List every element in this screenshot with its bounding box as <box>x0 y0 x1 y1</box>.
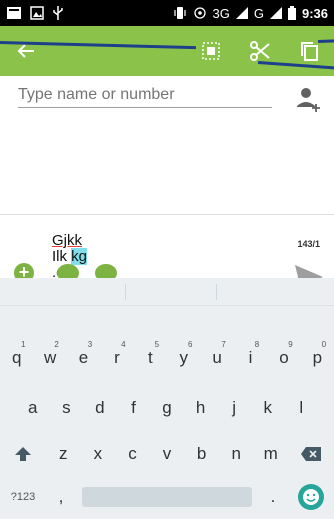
key-label: u <box>212 348 222 367</box>
character-counter: 143/1 <box>297 239 320 249</box>
key-label: r <box>114 348 120 367</box>
keyboard-row-4: ?123 , . <box>0 484 334 510</box>
key-label: e <box>78 348 89 367</box>
copy-icon[interactable] <box>298 40 320 62</box>
backspace-icon <box>301 447 321 461</box>
key-z[interactable]: z <box>46 444 81 464</box>
key-r[interactable]: 4r <box>100 340 133 368</box>
suggestion-divider <box>125 284 126 300</box>
battery-icon <box>287 6 296 20</box>
recipient-field[interactable] <box>18 86 272 108</box>
key-c[interactable]: c <box>115 444 150 464</box>
key-k[interactable]: k <box>251 398 285 418</box>
emoji-icon <box>298 484 324 510</box>
vibrate-icon <box>173 7 186 19</box>
status-time: 9:36 <box>301 5 328 21</box>
key-hint: 1 <box>20 340 26 349</box>
key-o[interactable]: 9o <box>267 340 300 368</box>
key-label: p <box>312 348 323 367</box>
key-v[interactable]: v <box>150 444 185 464</box>
key-j[interactable]: j <box>217 398 251 418</box>
key-p[interactable]: 0p <box>301 340 334 368</box>
key-label: q <box>11 348 22 367</box>
add-contact-icon[interactable] <box>294 86 322 112</box>
key-d[interactable]: d <box>83 398 117 418</box>
key-w[interactable]: 2w <box>33 340 66 368</box>
key-y[interactable]: 6y <box>167 340 200 368</box>
keyboard: 1q2w3e4r5t6y7u8i9o0p asdfghjkl zxcvbnm ?… <box>0 278 334 519</box>
key-i[interactable]: 8i <box>234 340 267 368</box>
signal-icon-2 <box>269 7 282 19</box>
key-m[interactable]: m <box>253 444 288 464</box>
shift-icon <box>15 447 31 461</box>
keyboard-row-1: 1q2w3e4r5t6y7u8i9o0p <box>0 340 334 368</box>
key-n[interactable]: n <box>219 444 254 464</box>
key-h[interactable]: h <box>184 398 218 418</box>
usb-icon <box>53 6 63 20</box>
keyboard-row-3: zxcvbnm <box>0 444 334 464</box>
comma-key[interactable]: , <box>46 487 76 507</box>
symbols-key[interactable]: ?123 <box>0 491 46 503</box>
select-all-icon[interactable] <box>200 40 222 62</box>
key-label: o <box>279 348 289 367</box>
key-label: i <box>248 348 253 367</box>
key-f[interactable]: f <box>117 398 151 418</box>
key-q[interactable]: 1q <box>0 340 33 368</box>
gallery-notification-icon <box>7 7 21 19</box>
key-x[interactable]: x <box>81 444 116 464</box>
image-notification-icon <box>30 6 44 20</box>
message-line-2: Ilk kg <box>52 248 278 265</box>
message-line-1: Gjkk <box>52 232 82 249</box>
key-g[interactable]: g <box>150 398 184 418</box>
key-label: w <box>43 348 57 367</box>
status-bar: 3G G 9:36 <box>0 0 334 26</box>
key-e[interactable]: 3e <box>67 340 100 368</box>
action-bar <box>0 26 334 76</box>
recipient-input[interactable] <box>18 86 272 104</box>
keyboard-row-2: asdfghjkl <box>0 398 334 418</box>
keyboard-row-3-letters: zxcvbnm <box>46 444 288 464</box>
key-hint: 8 <box>254 340 260 349</box>
key-hint: 6 <box>187 340 193 349</box>
suggestion-divider <box>216 284 217 300</box>
backspace-key[interactable] <box>288 446 334 462</box>
annotation-line-top-right <box>317 39 334 43</box>
key-hint: 4 <box>121 340 126 349</box>
key-hint: 2 <box>54 340 59 349</box>
network-3g-label: 3G <box>212 5 230 21</box>
key-u[interactable]: 7u <box>200 340 233 368</box>
key-hint: 5 <box>154 340 160 349</box>
key-label: t <box>147 348 153 367</box>
key-b[interactable]: b <box>184 444 219 464</box>
key-a[interactable]: a <box>16 398 50 418</box>
cut-icon[interactable] <box>248 39 272 63</box>
key-t[interactable]: 5t <box>134 340 167 368</box>
selected-text: kg <box>71 248 88 265</box>
message-line-2-text: Ilk <box>52 248 72 265</box>
shift-key[interactable] <box>0 445 46 463</box>
key-l[interactable]: l <box>285 398 319 418</box>
key-hint: 7 <box>221 340 226 349</box>
network-g-label: G <box>253 5 264 21</box>
key-s[interactable]: s <box>50 398 84 418</box>
key-hint: 9 <box>288 340 293 349</box>
key-label: y <box>179 348 188 367</box>
emoji-key[interactable] <box>288 484 334 510</box>
suggestion-strip[interactable] <box>0 278 334 306</box>
space-bar[interactable] <box>82 487 252 507</box>
message-text[interactable]: Gjkk Ilk kg .oh <box>52 233 278 281</box>
period-key[interactable]: . <box>258 487 288 507</box>
hotspot-icon <box>193 7 206 19</box>
key-hint: 0 <box>321 340 327 349</box>
signal-icon <box>235 7 248 19</box>
key-hint: 3 <box>87 340 93 349</box>
